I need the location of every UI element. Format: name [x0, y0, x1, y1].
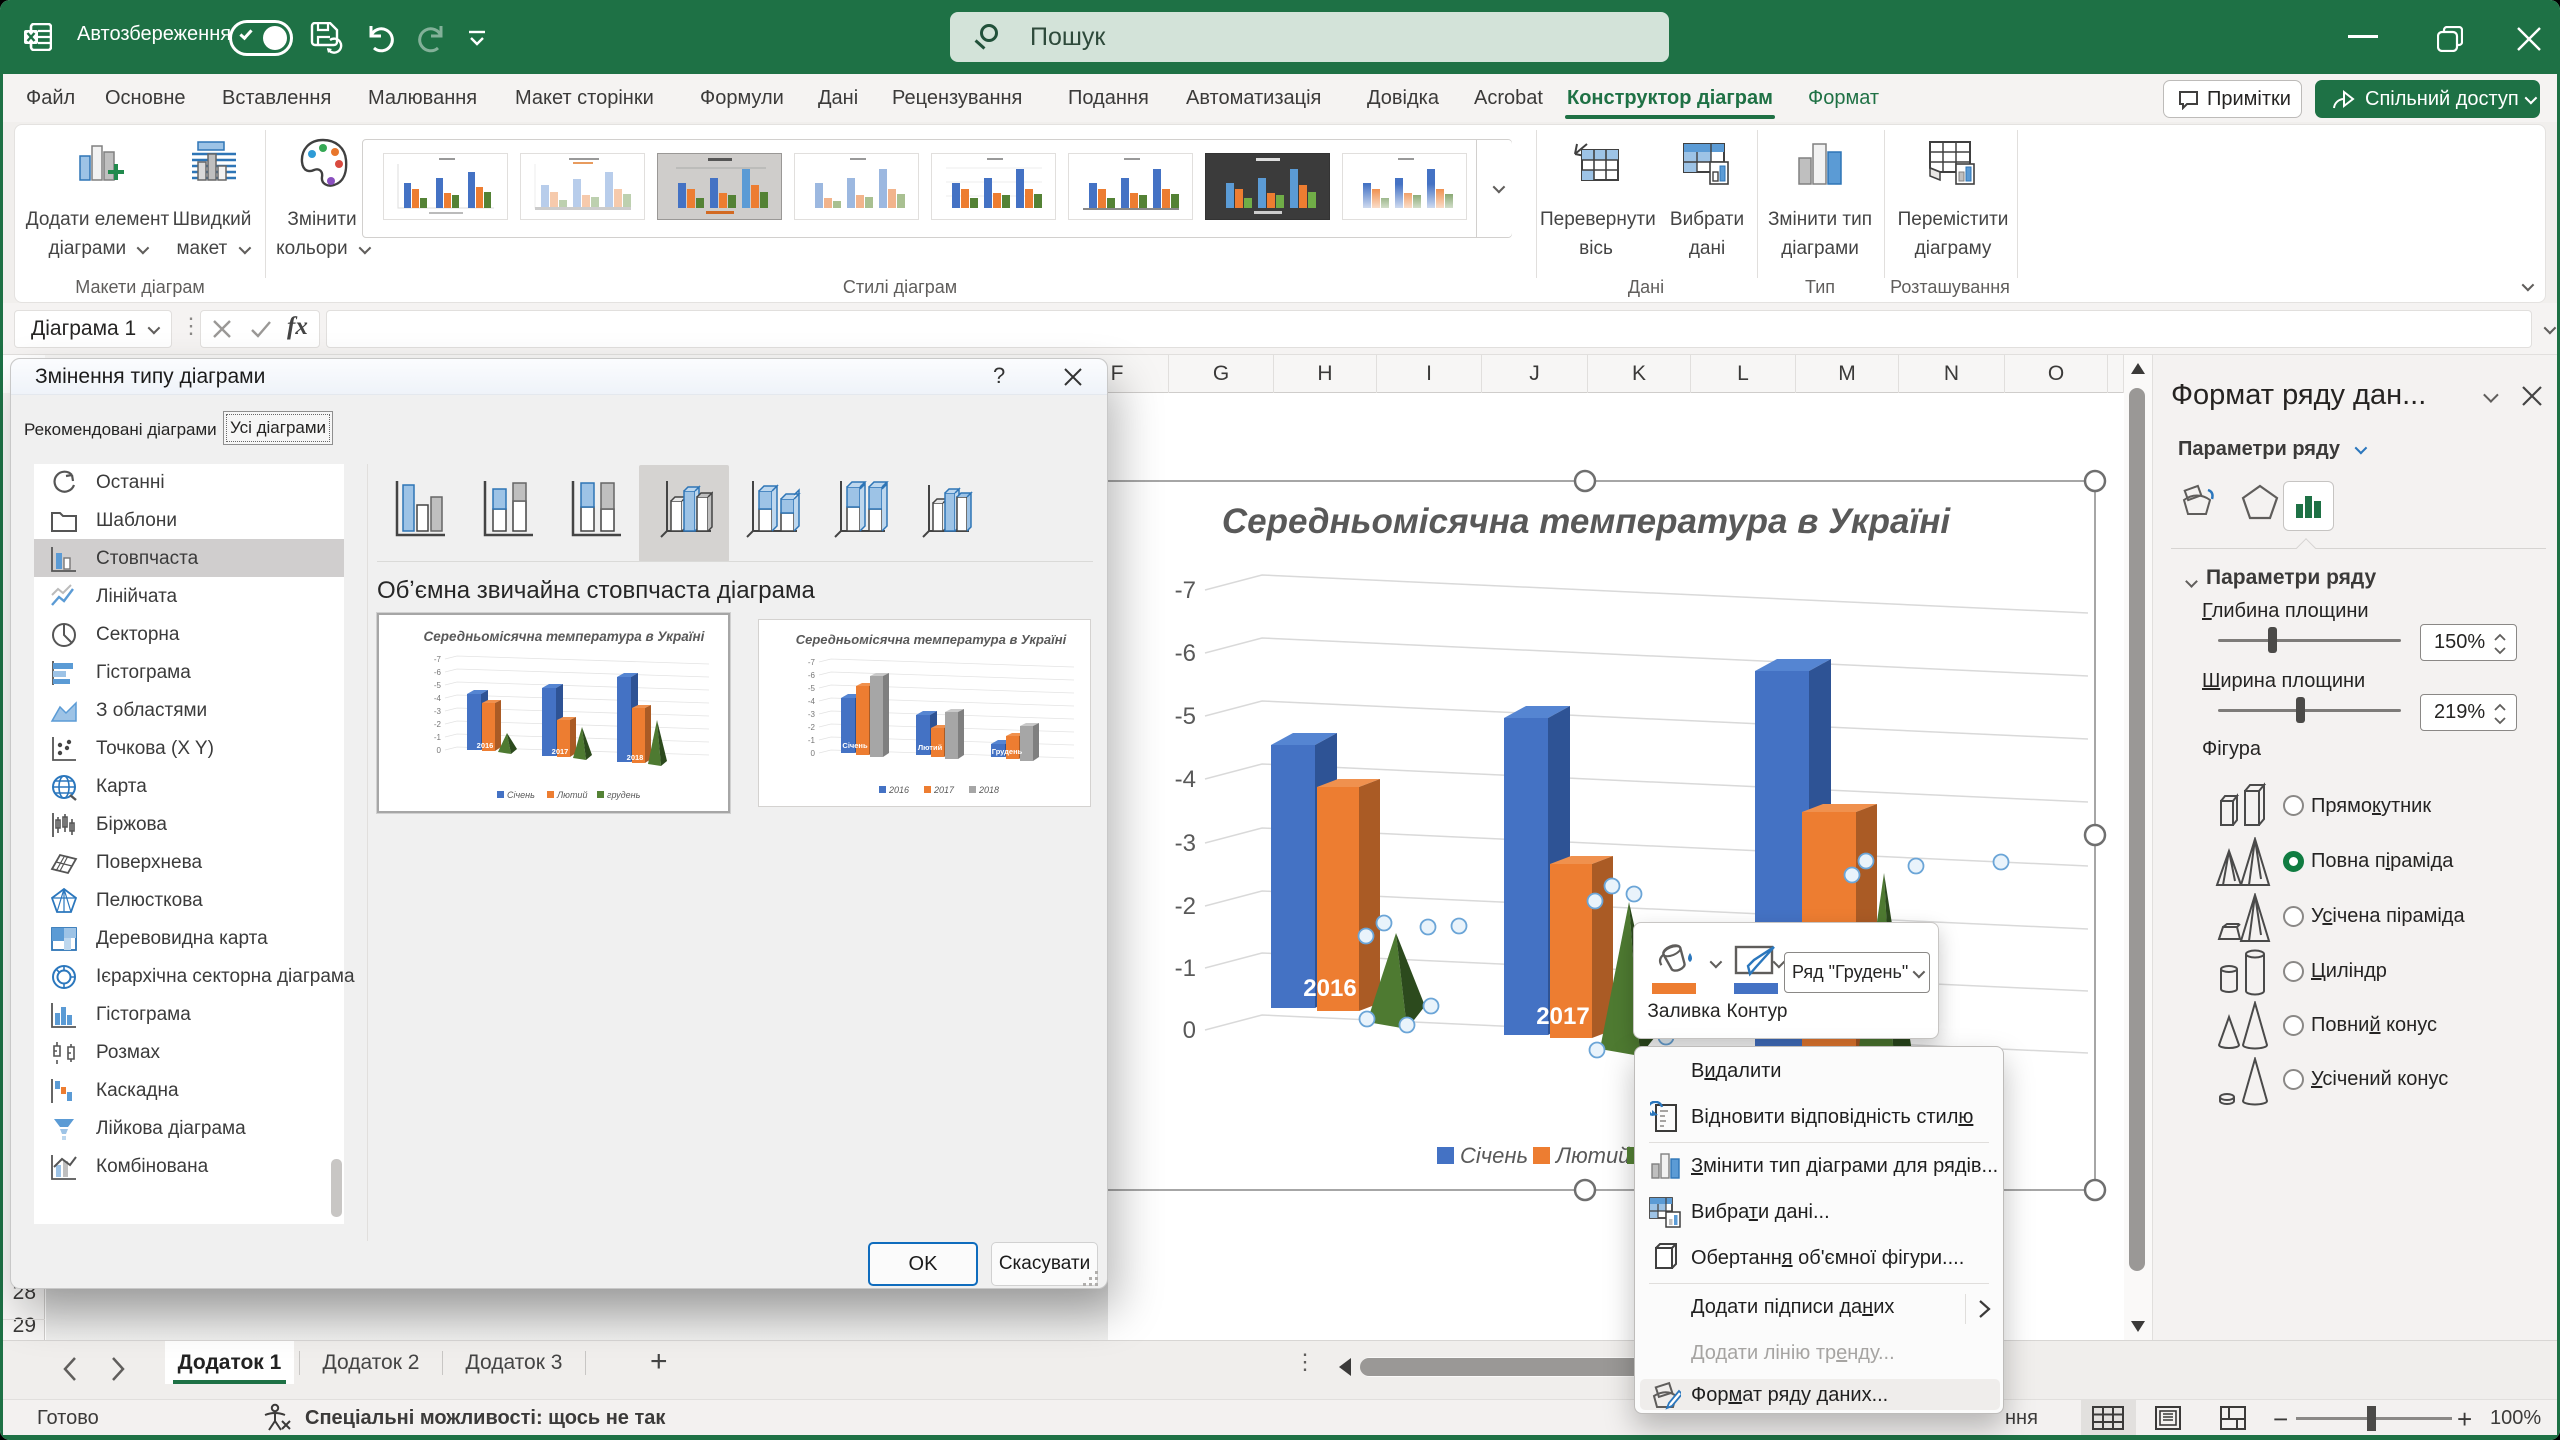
svg-text:-3: -3 [434, 707, 442, 716]
svg-text:0: 0 [811, 749, 816, 758]
svg-text:2016: 2016 [477, 741, 494, 750]
svg-text:-4: -4 [808, 697, 816, 706]
svg-text:2018: 2018 [627, 753, 644, 762]
svg-text:-7: -7 [434, 655, 442, 664]
svg-text:2017: 2017 [1536, 1003, 1589, 1030]
svg-text:-5: -5 [808, 684, 816, 693]
svg-text:Січень: Січень [507, 790, 535, 800]
svg-text:0: 0 [437, 746, 442, 755]
svg-text:-1: -1 [434, 733, 442, 742]
svg-text:2017: 2017 [933, 785, 955, 795]
svg-text:Лютий: Лютий [1554, 1143, 1630, 1168]
svg-text:-6: -6 [1175, 640, 1196, 667]
svg-text:-4: -4 [434, 694, 442, 703]
svg-text:-1: -1 [1175, 955, 1196, 982]
svg-text:Лютий: Лютий [918, 743, 943, 752]
svg-text:-7: -7 [808, 658, 816, 667]
svg-text:-2: -2 [434, 720, 442, 729]
svg-text:2016: 2016 [1303, 975, 1356, 1002]
svg-text:-3: -3 [808, 710, 816, 719]
svg-text:-6: -6 [434, 668, 442, 677]
svg-text:Січень: Січень [1460, 1143, 1528, 1168]
svg-text:-7: -7 [1175, 577, 1196, 604]
svg-text:Січень: Січень [842, 741, 868, 750]
svg-text:2018: 2018 [978, 785, 999, 795]
svg-text:Середньомісячна температура в: Середньомісячна температура в Україні [796, 632, 1067, 647]
svg-text:-4: -4 [1175, 766, 1196, 793]
svg-text:2016: 2016 [888, 785, 909, 795]
svg-text:Грудень: Грудень [992, 747, 1023, 756]
svg-text:-2: -2 [808, 723, 816, 732]
svg-text:Лютий: Лютий [556, 790, 587, 800]
svg-text:-1: -1 [808, 736, 816, 745]
svg-text:-6: -6 [808, 671, 816, 680]
svg-text:-5: -5 [434, 681, 442, 690]
svg-text:-2: -2 [1175, 893, 1196, 920]
svg-text:грудень: грудень [607, 790, 641, 800]
svg-text:0: 0 [1183, 1017, 1196, 1044]
svg-text:2017: 2017 [552, 747, 569, 756]
svg-text:Середньомісячна температура в: Середньомісячна температура в Україні [1222, 502, 1952, 541]
svg-text:-5: -5 [1175, 703, 1196, 730]
svg-text:Середньомісячна температура в: Середньомісячна температура в Україні [424, 629, 705, 644]
svg-text:-3: -3 [1175, 830, 1196, 857]
